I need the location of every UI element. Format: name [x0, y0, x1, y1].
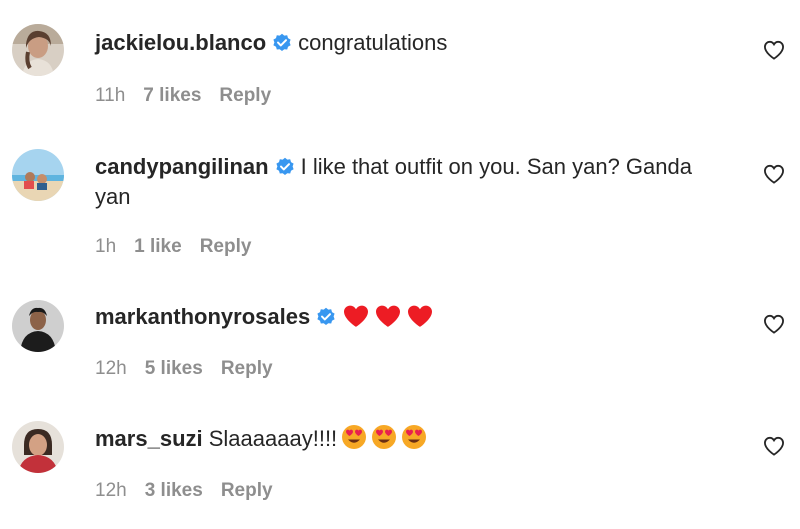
- comment-line-continued: yan: [95, 182, 745, 212]
- like-heart-icon[interactable]: [763, 164, 785, 184]
- reply-button[interactable]: Reply: [219, 85, 271, 106]
- comment-line: jackielou.blanco congratulations: [95, 28, 745, 61]
- avatar[interactable]: [12, 149, 64, 201]
- comment-line: mars_suzi Slaaaaaay!!!!: [95, 424, 745, 458]
- profile-photo-icon: [12, 421, 64, 473]
- profile-photo-icon: [12, 300, 64, 352]
- profile-photo-icon: [12, 24, 64, 76]
- red-heart-icon: [344, 305, 369, 327]
- likes-count[interactable]: 3 likes: [145, 480, 203, 501]
- comment-text: I like that outfit on you. San yan? Gand…: [300, 154, 692, 179]
- emoji-group: [342, 304, 438, 336]
- avatar[interactable]: [12, 421, 64, 473]
- reply-button[interactable]: Reply: [221, 480, 273, 501]
- timestamp: 1h: [95, 236, 117, 257]
- profile-photo-icon: [12, 149, 64, 201]
- verified-badge-icon: [272, 31, 292, 61]
- timestamp: 12h: [95, 480, 127, 501]
- comment-line: markanthonyrosales: [95, 302, 745, 336]
- comment-text: congratulations: [298, 30, 448, 55]
- username[interactable]: candypangilinan: [95, 154, 269, 179]
- red-heart-icon: [408, 305, 433, 327]
- username[interactable]: markanthonyrosales: [95, 304, 310, 329]
- comment-text: Slaaaaaay!!!!: [208, 426, 338, 451]
- heart-eyes-icon: [342, 425, 367, 449]
- heart-eyes-icon: [372, 425, 397, 449]
- avatar[interactable]: [12, 300, 64, 352]
- comment-meta: 1h 1 like Reply: [95, 235, 269, 259]
- likes-count[interactable]: 5 likes: [145, 358, 203, 379]
- verified-badge-icon: [275, 155, 295, 185]
- red-heart-icon: [376, 305, 401, 327]
- likes-count[interactable]: 1 like: [134, 236, 182, 257]
- timestamp: 11h: [95, 85, 126, 106]
- comment-line: candypangilinan I like that outfit on you…: [95, 152, 745, 185]
- like-heart-icon[interactable]: [763, 436, 785, 456]
- like-heart-icon[interactable]: [763, 40, 785, 60]
- username[interactable]: jackielou.blanco: [95, 30, 266, 55]
- likes-count[interactable]: 7 likes: [143, 85, 201, 106]
- comment-text-continued: yan: [95, 184, 131, 209]
- verified-badge-icon: [316, 305, 336, 335]
- comment-meta: 12h 3 likes Reply: [95, 479, 291, 503]
- timestamp: 12h: [95, 358, 127, 379]
- comment-meta: 12h 5 likes Reply: [95, 357, 291, 381]
- reply-button[interactable]: Reply: [221, 358, 273, 379]
- reply-button[interactable]: Reply: [200, 236, 252, 257]
- comment-meta: 11h 7 likes Reply: [95, 84, 289, 108]
- avatar[interactable]: [12, 24, 64, 76]
- username[interactable]: mars_suzi: [95, 426, 203, 451]
- heart-eyes-icon: [402, 425, 427, 449]
- like-heart-icon[interactable]: [763, 314, 785, 334]
- emoji-group: [341, 424, 431, 458]
